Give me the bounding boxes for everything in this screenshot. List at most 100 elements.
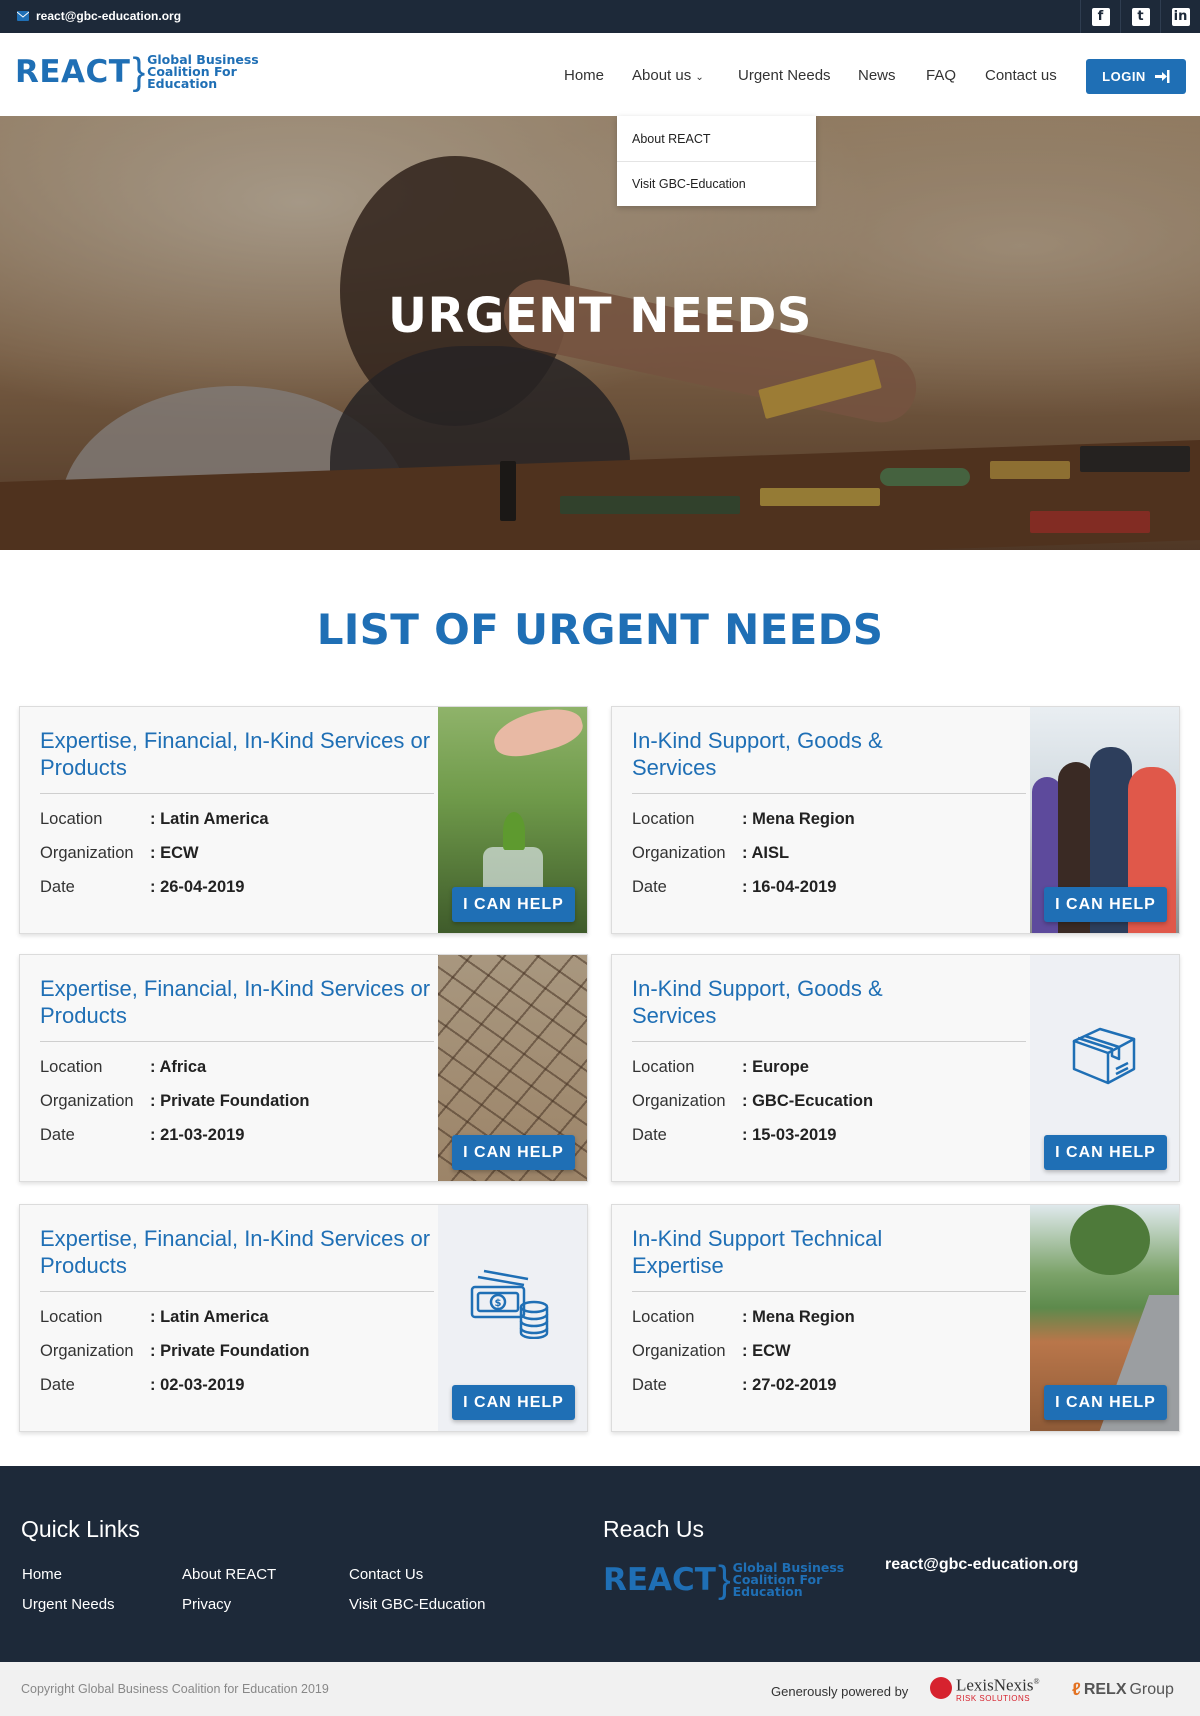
organization-label: Organization (40, 1092, 134, 1110)
card-divider (632, 1041, 1026, 1042)
card-title[interactable]: Expertise, Financial, In-Kind Services o… (40, 727, 435, 781)
date-value: : 02-03-2019 (150, 1376, 245, 1394)
card-location-row: Location : Africa (40, 1058, 206, 1077)
date-label: Date (632, 1376, 667, 1394)
organization-label: Organization (40, 1342, 134, 1360)
linkedin-icon: in (1171, 7, 1190, 26)
date-value: : 15-03-2019 (742, 1126, 837, 1144)
dropdown-item-visit-gbc[interactable]: Visit GBC-Education (617, 161, 816, 206)
organization-label: Organization (632, 1342, 726, 1360)
location-value: : Africa (150, 1058, 207, 1076)
location-label: Location (632, 1308, 695, 1326)
footer-link-privacy[interactable]: Privacy (182, 1596, 231, 1613)
date-label: Date (632, 1126, 667, 1144)
site-footer: Quick Links Reach Us Home About REACT Co… (0, 1466, 1200, 1662)
nav-contact[interactable]: Contact us (985, 67, 1057, 84)
card-title[interactable]: In-Kind Support Technical Expertise (632, 1225, 932, 1279)
lexisnexis-name: LexisNexis (956, 1675, 1034, 1695)
i-can-help-button[interactable]: I CAN HELP (1044, 887, 1167, 922)
reach-us-title: Reach Us (603, 1516, 704, 1542)
facebook-link[interactable]: f (1080, 0, 1120, 33)
footer-link-visit-gbc[interactable]: Visit GBC-Education (349, 1596, 485, 1613)
lexisnexis-logo[interactable]: LexisNexis® RISK SOLUTIONS (930, 1674, 1040, 1703)
top-bar: react@gbc-education.org f t in (0, 0, 1200, 33)
card-location-row: Location: Latin America (40, 810, 269, 829)
i-can-help-button[interactable]: I CAN HELP (1044, 1385, 1167, 1420)
i-can-help-button[interactable]: I CAN HELP (452, 1385, 575, 1420)
date-value: : 21-03-2019 (150, 1126, 245, 1144)
card-organization-row: Organization : GBC-Ecucation (632, 1092, 873, 1111)
bottom-bar: Copyright Global Business Coalition for … (0, 1662, 1200, 1716)
sprout-shape (503, 812, 525, 850)
lexisnexis-mark-icon (930, 1677, 952, 1700)
hero-banner: URGENT NEEDS (0, 116, 1200, 550)
linkedin-link[interactable]: in (1160, 0, 1200, 33)
organization-label: Organization (632, 1092, 726, 1110)
footer-logo-brace: } (717, 1559, 731, 1601)
footer-link-home[interactable]: Home (22, 1566, 62, 1583)
dropdown-item-about-react[interactable]: About REACT (617, 116, 816, 161)
nav-about[interactable]: About us ⌄ (632, 67, 704, 84)
relx-name: RELX (1083, 1680, 1127, 1698)
card-title[interactable]: In-Kind Support, Goods & Services (632, 975, 932, 1029)
card-divider (40, 1041, 434, 1042)
footer-logo[interactable]: REACT } Global Business Coalition For Ed… (603, 1561, 844, 1599)
footer-link-urgent-needs[interactable]: Urgent Needs (22, 1596, 115, 1613)
organization-label: Organization (632, 844, 726, 862)
quick-links-title: Quick Links (21, 1516, 140, 1542)
nav-news[interactable]: News (858, 67, 896, 84)
location-value: : Latin America (150, 1308, 269, 1326)
location-label: Location (632, 810, 695, 828)
i-can-help-button[interactable]: I CAN HELP (452, 1135, 575, 1170)
footer-link-about[interactable]: About REACT (182, 1566, 276, 1583)
card-organization-row: Organization : ECW (632, 1342, 791, 1361)
card-location-row: Location : Mena Region (632, 1308, 855, 1327)
envelope-icon (17, 11, 29, 21)
footer-email[interactable]: react@gbc-education.org (885, 1556, 1078, 1574)
money-icon: $ (470, 1269, 549, 1339)
twitter-icon: t (1131, 7, 1150, 26)
location-value: : Mena Region (742, 1308, 855, 1326)
footer-link-contact[interactable]: Contact Us (349, 1566, 423, 1583)
card-location-row: Location : Latin America (40, 1308, 269, 1327)
tree-shape (1070, 1205, 1150, 1275)
location-label: Location (40, 810, 103, 828)
i-can-help-button[interactable]: I CAN HELP (1044, 1135, 1167, 1170)
social-links: f t in (1080, 0, 1200, 33)
organization-label: Organization (40, 844, 134, 862)
powered-by-text: Generously powered by (771, 1684, 909, 1699)
twitter-link[interactable]: t (1120, 0, 1160, 33)
relx-logo[interactable]: ℓ RELX Group (1072, 1679, 1174, 1700)
nav-home[interactable]: Home (564, 67, 604, 84)
card-title[interactable]: Expertise, Financial, In-Kind Services o… (40, 1225, 435, 1279)
location-label: Location (40, 1308, 103, 1326)
login-button[interactable]: LOGIN (1086, 59, 1186, 94)
top-email[interactable]: react@gbc-education.org (17, 9, 181, 23)
lexisnexis-text: LexisNexis® RISK SOLUTIONS (956, 1674, 1040, 1703)
facebook-icon: f (1091, 7, 1110, 26)
card-title[interactable]: Expertise, Financial, In-Kind Services o… (40, 975, 435, 1029)
i-can-help-button[interactable]: I CAN HELP (452, 887, 575, 922)
card-organization-row: Organization: Private Foundation (40, 1092, 310, 1111)
card-date-row: Date : 15-03-2019 (632, 1126, 836, 1145)
card-title[interactable]: In-Kind Support, Goods & Services (632, 727, 932, 781)
nav-urgent-needs[interactable]: Urgent Needs (738, 67, 831, 84)
card-divider (632, 793, 1026, 794)
site-header: REACT } Global Business Coalition For Ed… (0, 33, 1200, 116)
organization-value: : GBC-Ecucation (742, 1092, 874, 1110)
location-value: : Europe (742, 1058, 809, 1076)
need-card: In-Kind Support, Goods & Services Locati… (611, 954, 1180, 1182)
organization-value: : AISL (742, 844, 790, 862)
section-title: LIST OF URGENT NEEDS (316, 605, 884, 654)
card-date-row: Date: 02-03-2019 (40, 1376, 244, 1395)
need-card: Expertise, Financial, In-Kind Services o… (19, 706, 588, 934)
location-label: Location (40, 1058, 103, 1076)
organization-value: : ECW (742, 1342, 791, 1360)
date-label: Date (632, 878, 667, 896)
sign-in-icon (1154, 70, 1170, 83)
chevron-down-icon: ⌄ (695, 72, 704, 83)
card-divider (40, 793, 434, 794)
hero-title: URGENT NEEDS (388, 288, 812, 344)
date-label: Date (40, 1126, 75, 1144)
nav-faq[interactable]: FAQ (926, 67, 956, 84)
